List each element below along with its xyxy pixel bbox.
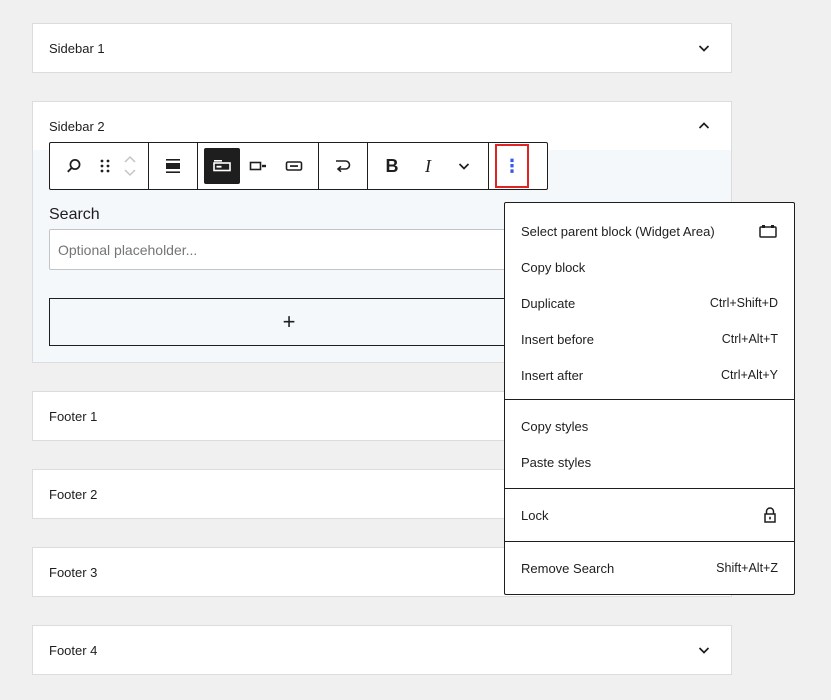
chevron-up-icon xyxy=(698,122,710,129)
options-icon: ⋮ xyxy=(503,155,521,176)
button-outside-button[interactable] xyxy=(204,148,240,184)
toolbar-group-button-position xyxy=(198,143,319,189)
lock-icon xyxy=(764,507,776,523)
options-button[interactable]: ⋮ xyxy=(495,144,529,188)
widget-area-title: Footer 1 xyxy=(49,408,98,424)
menu-item-label: Insert before xyxy=(521,331,594,347)
plus-icon: + xyxy=(282,309,296,334)
menu-item-select-parent[interactable]: Select parent block (Widget Area) xyxy=(505,213,794,249)
toolbar-group-block xyxy=(50,143,149,189)
toolbar-group-align xyxy=(149,143,198,189)
button-only-button[interactable] xyxy=(276,148,312,184)
button-inside-button[interactable] xyxy=(240,148,276,184)
align-button[interactable] xyxy=(155,148,191,184)
button-position-outside-icon xyxy=(213,160,231,172)
widget-area-title: Footer 3 xyxy=(49,564,98,580)
drag-handle-button[interactable] xyxy=(92,148,118,184)
menu-item-shortcut: Ctrl+Alt+T xyxy=(721,332,778,346)
menu-item-duplicate[interactable]: Duplicate Ctrl+Shift+D xyxy=(505,285,794,321)
menu-item-copy-styles[interactable]: Copy styles xyxy=(505,408,794,444)
chevron-down-icon xyxy=(458,163,470,170)
toolbar-group-format: B I xyxy=(368,143,489,189)
block-options-menu: Select parent block (Widget Area) Copy b… xyxy=(504,202,795,595)
link-wrap-icon xyxy=(336,160,351,173)
widget-area-title: Footer 2 xyxy=(49,486,98,502)
toolbar-group-wrap xyxy=(319,143,368,189)
chevron-down-icon xyxy=(698,647,710,654)
menu-item-lock[interactable]: Lock xyxy=(505,497,794,533)
widget-area-footer-4: Footer 4 xyxy=(32,625,732,675)
menu-item-label: Select parent block (Widget Area) xyxy=(521,223,715,239)
widget-area-icon xyxy=(759,225,777,238)
block-toolbar: B I ⋮ xyxy=(49,142,548,190)
menu-item-shortcut: Shift+Alt+Z xyxy=(716,561,778,575)
bold-icon: B xyxy=(385,155,399,176)
button-position-inside-icon xyxy=(249,161,266,171)
search-block-label[interactable]: Search xyxy=(49,206,100,224)
menu-group-block-actions: Select parent block (Widget Area) Copy b… xyxy=(505,203,794,400)
menu-item-insert-before[interactable]: Insert before Ctrl+Alt+T xyxy=(505,321,794,357)
widget-area-title: Sidebar 2 xyxy=(49,118,105,134)
widget-area-title: Footer 4 xyxy=(49,642,98,658)
chevron-down-icon xyxy=(698,45,710,52)
block-appender-button[interactable]: + xyxy=(49,298,529,346)
search-input[interactable] xyxy=(49,229,529,270)
search-icon xyxy=(67,159,81,173)
widget-area-header[interactable]: Sidebar 1 xyxy=(33,24,731,72)
menu-group-styles: Copy styles Paste styles xyxy=(505,400,794,489)
widget-area-header[interactable]: Footer 4 xyxy=(33,626,731,674)
menu-item-label: Paste styles xyxy=(521,454,592,470)
menu-group-remove: Remove Search Shift+Alt+Z xyxy=(505,542,794,596)
menu-item-remove-search[interactable]: Remove Search Shift+Alt+Z xyxy=(505,550,794,586)
menu-item-shortcut: Ctrl+Shift+D xyxy=(709,296,778,310)
block-movers xyxy=(118,148,142,184)
more-formatting-button[interactable] xyxy=(446,148,482,184)
drag-handle-icon xyxy=(100,159,110,173)
menu-item-label: Insert after xyxy=(521,367,584,383)
widget-area-sidebar-1: Sidebar 1 xyxy=(32,23,732,73)
widget-area-title: Sidebar 1 xyxy=(49,40,105,56)
menu-item-insert-after[interactable]: Insert after Ctrl+Alt+Y xyxy=(505,357,794,393)
menu-item-label: Lock xyxy=(521,507,549,523)
menu-item-paste-styles[interactable]: Paste styles xyxy=(505,444,794,480)
menu-item-label: Copy styles xyxy=(521,418,589,434)
button-only-icon xyxy=(285,161,303,171)
block-type-button[interactable] xyxy=(56,148,92,184)
menu-group-lock: Lock xyxy=(505,489,794,542)
bold-button[interactable]: B xyxy=(374,148,410,184)
italic-icon: I xyxy=(425,155,431,176)
align-icon xyxy=(166,159,180,173)
move-up-icon[interactable] xyxy=(123,155,137,164)
menu-item-label: Remove Search xyxy=(521,560,615,576)
toolbar-group-options: ⋮ xyxy=(489,143,535,189)
menu-item-shortcut: Ctrl+Alt+Y xyxy=(721,368,778,382)
wrap-button[interactable] xyxy=(325,148,361,184)
menu-item-copy-block[interactable]: Copy block xyxy=(505,249,794,285)
italic-button[interactable]: I xyxy=(410,148,446,184)
menu-item-label: Duplicate xyxy=(521,295,576,311)
menu-item-label: Copy block xyxy=(521,259,586,275)
move-down-icon[interactable] xyxy=(123,168,137,177)
